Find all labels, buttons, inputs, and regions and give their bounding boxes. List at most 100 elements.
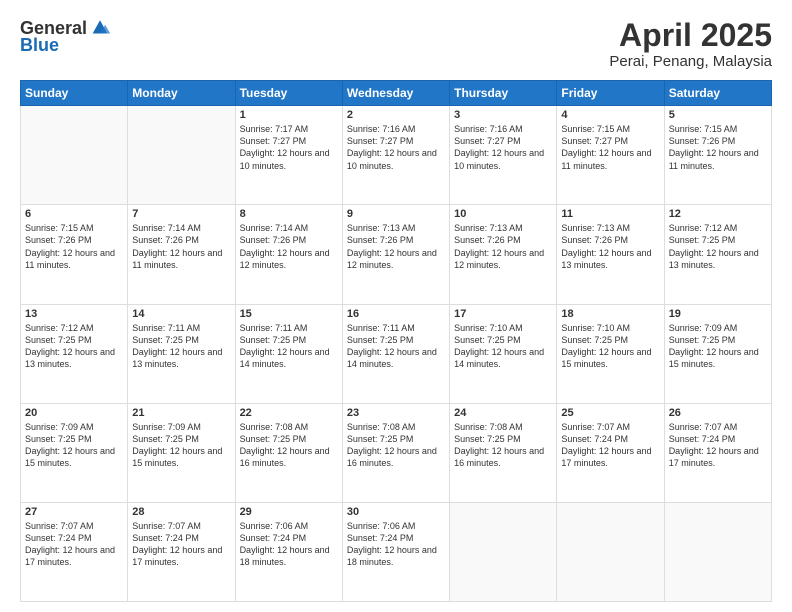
day-info: Sunrise: 7:09 AMSunset: 7:25 PMDaylight:… <box>132 421 230 470</box>
calendar-cell: 8 Sunrise: 7:14 AMSunset: 7:26 PMDaylight… <box>235 205 342 304</box>
calendar-cell: 21 Sunrise: 7:09 AMSunset: 7:25 PMDayligh… <box>128 403 235 502</box>
day-info: Sunrise: 7:16 AMSunset: 7:27 PMDaylight:… <box>454 123 552 172</box>
calendar-header-thursday: Thursday <box>450 81 557 106</box>
day-info: Sunrise: 7:17 AMSunset: 7:27 PMDaylight:… <box>240 123 338 172</box>
calendar-cell: 10 Sunrise: 7:13 AMSunset: 7:26 PMDayligh… <box>450 205 557 304</box>
calendar-cell <box>557 502 664 601</box>
page: General Blue April 2025 Perai, Penang, M… <box>0 0 792 612</box>
day-number: 19 <box>669 308 767 320</box>
day-number: 22 <box>240 407 338 419</box>
day-number: 3 <box>454 109 552 121</box>
calendar-cell <box>128 106 235 205</box>
calendar-cell: 19 Sunrise: 7:09 AMSunset: 7:25 PMDayligh… <box>664 304 771 403</box>
calendar-cell: 17Sunrise: 7:10 AMSunset: 7:25 PMDayligh… <box>450 304 557 403</box>
header: General Blue April 2025 Perai, Penang, M… <box>20 18 772 70</box>
calendar-cell: 27 Sunrise: 7:07 AMSunset: 7:24 PMDayligh… <box>21 502 128 601</box>
day-info: Sunrise: 7:12 AMSunset: 7:25 PMDaylight:… <box>25 322 123 371</box>
calendar-cell: 15 Sunrise: 7:11 AMSunset: 7:25 PMDayligh… <box>235 304 342 403</box>
calendar-cell: 6Sunrise: 7:15 AMSunset: 7:26 PMDaylight… <box>21 205 128 304</box>
calendar-cell: 9Sunrise: 7:13 AMSunset: 7:26 PMDaylight… <box>342 205 449 304</box>
day-info: Sunrise: 7:08 AMSunset: 7:25 PMDaylight:… <box>454 421 552 470</box>
day-number: 29 <box>240 506 338 518</box>
day-info: Sunrise: 7:08 AMSunset: 7:25 PMDaylight:… <box>347 421 445 470</box>
calendar-cell: 26Sunrise: 7:07 AMSunset: 7:24 PMDayligh… <box>664 403 771 502</box>
day-info: Sunrise: 7:14 AMSunset: 7:26 PMDaylight:… <box>240 222 338 271</box>
day-number: 17 <box>454 308 552 320</box>
day-number: 21 <box>132 407 230 419</box>
calendar-header-tuesday: Tuesday <box>235 81 342 106</box>
logo-icon <box>89 17 111 39</box>
day-info: Sunrise: 7:11 AMSunset: 7:25 PMDaylight:… <box>240 322 338 371</box>
day-info: Sunrise: 7:13 AMSunset: 7:26 PMDaylight:… <box>347 222 445 271</box>
day-number: 11 <box>561 208 659 220</box>
calendar-cell <box>450 502 557 601</box>
day-number: 25 <box>561 407 659 419</box>
day-info: Sunrise: 7:13 AMSunset: 7:26 PMDaylight:… <box>454 222 552 271</box>
calendar-header-row: SundayMondayTuesdayWednesdayThursdayFrid… <box>21 81 772 106</box>
calendar-header-wednesday: Wednesday <box>342 81 449 106</box>
week-row-4: 27 Sunrise: 7:07 AMSunset: 7:24 PMDayligh… <box>21 502 772 601</box>
day-info: Sunrise: 7:10 AMSunset: 7:25 PMDaylight:… <box>561 322 659 371</box>
day-info: Sunrise: 7:14 AMSunset: 7:26 PMDaylight:… <box>132 222 230 271</box>
day-number: 15 <box>240 308 338 320</box>
calendar-cell: 24 Sunrise: 7:08 AMSunset: 7:25 PMDayligh… <box>450 403 557 502</box>
day-info: Sunrise: 7:12 AMSunset: 7:25 PMDaylight:… <box>669 222 767 271</box>
calendar-cell: 7 Sunrise: 7:14 AMSunset: 7:26 PMDaylight… <box>128 205 235 304</box>
week-row-3: 20 Sunrise: 7:09 AMSunset: 7:25 PMDayligh… <box>21 403 772 502</box>
day-info: Sunrise: 7:15 AMSunset: 7:27 PMDaylight:… <box>561 123 659 172</box>
day-number: 8 <box>240 208 338 220</box>
day-number: 13 <box>25 308 123 320</box>
day-info: Sunrise: 7:07 AMSunset: 7:24 PMDaylight:… <box>25 520 123 569</box>
day-number: 24 <box>454 407 552 419</box>
day-number: 2 <box>347 109 445 121</box>
day-number: 16 <box>347 308 445 320</box>
day-number: 5 <box>669 109 767 121</box>
day-info: Sunrise: 7:16 AMSunset: 7:27 PMDaylight:… <box>347 123 445 172</box>
calendar-cell: 20 Sunrise: 7:09 AMSunset: 7:25 PMDayligh… <box>21 403 128 502</box>
calendar-cell <box>664 502 771 601</box>
calendar-cell: 30Sunrise: 7:06 AMSunset: 7:24 PMDayligh… <box>342 502 449 601</box>
day-number: 28 <box>132 506 230 518</box>
calendar-cell: 5 Sunrise: 7:15 AMSunset: 7:26 PMDaylight… <box>664 106 771 205</box>
day-number: 10 <box>454 208 552 220</box>
day-number: 1 <box>240 109 338 121</box>
calendar-cell: 22 Sunrise: 7:08 AMSunset: 7:25 PMDayligh… <box>235 403 342 502</box>
calendar-cell: 14Sunrise: 7:11 AMSunset: 7:25 PMDayligh… <box>128 304 235 403</box>
day-number: 14 <box>132 308 230 320</box>
day-number: 7 <box>132 208 230 220</box>
calendar-header-saturday: Saturday <box>664 81 771 106</box>
week-row-0: 1 Sunrise: 7:17 AMSunset: 7:27 PMDaylight… <box>21 106 772 205</box>
day-info: Sunrise: 7:13 AMSunset: 7:26 PMDaylight:… <box>561 222 659 271</box>
calendar-cell: 2 Sunrise: 7:16 AMSunset: 7:27 PMDaylight… <box>342 106 449 205</box>
calendar-cell <box>21 106 128 205</box>
day-info: Sunrise: 7:15 AMSunset: 7:26 PMDaylight:… <box>669 123 767 172</box>
day-number: 20 <box>25 407 123 419</box>
calendar-header-sunday: Sunday <box>21 81 128 106</box>
day-number: 27 <box>25 506 123 518</box>
calendar-cell: 13 Sunrise: 7:12 AMSunset: 7:25 PMDayligh… <box>21 304 128 403</box>
calendar-cell: 23 Sunrise: 7:08 AMSunset: 7:25 PMDayligh… <box>342 403 449 502</box>
day-info: Sunrise: 7:06 AMSunset: 7:24 PMDaylight:… <box>240 520 338 569</box>
calendar-cell: 18Sunrise: 7:10 AMSunset: 7:25 PMDayligh… <box>557 304 664 403</box>
title-block: April 2025 Perai, Penang, Malaysia <box>609 18 772 70</box>
calendar-cell: 25 Sunrise: 7:07 AMSunset: 7:24 PMDayligh… <box>557 403 664 502</box>
day-info: Sunrise: 7:09 AMSunset: 7:25 PMDaylight:… <box>25 421 123 470</box>
day-info: Sunrise: 7:09 AMSunset: 7:25 PMDaylight:… <box>669 322 767 371</box>
day-number: 12 <box>669 208 767 220</box>
calendar-header-monday: Monday <box>128 81 235 106</box>
calendar-cell: 12 Sunrise: 7:12 AMSunset: 7:25 PMDayligh… <box>664 205 771 304</box>
day-number: 6 <box>25 208 123 220</box>
day-info: Sunrise: 7:07 AMSunset: 7:24 PMDaylight:… <box>132 520 230 569</box>
calendar-cell: 16Sunrise: 7:11 AMSunset: 7:25 PMDayligh… <box>342 304 449 403</box>
day-info: Sunrise: 7:08 AMSunset: 7:25 PMDaylight:… <box>240 421 338 470</box>
week-row-1: 6Sunrise: 7:15 AMSunset: 7:26 PMDaylight… <box>21 205 772 304</box>
calendar-cell: 11 Sunrise: 7:13 AMSunset: 7:26 PMDayligh… <box>557 205 664 304</box>
calendar-cell: 3 Sunrise: 7:16 AMSunset: 7:27 PMDaylight… <box>450 106 557 205</box>
day-number: 23 <box>347 407 445 419</box>
day-info: Sunrise: 7:07 AMSunset: 7:24 PMDaylight:… <box>561 421 659 470</box>
day-info: Sunrise: 7:06 AMSunset: 7:24 PMDaylight:… <box>347 520 445 569</box>
page-subtitle: Perai, Penang, Malaysia <box>609 53 772 70</box>
page-title: April 2025 <box>609 18 772 53</box>
week-row-2: 13 Sunrise: 7:12 AMSunset: 7:25 PMDayligh… <box>21 304 772 403</box>
calendar-cell: 29 Sunrise: 7:06 AMSunset: 7:24 PMDayligh… <box>235 502 342 601</box>
